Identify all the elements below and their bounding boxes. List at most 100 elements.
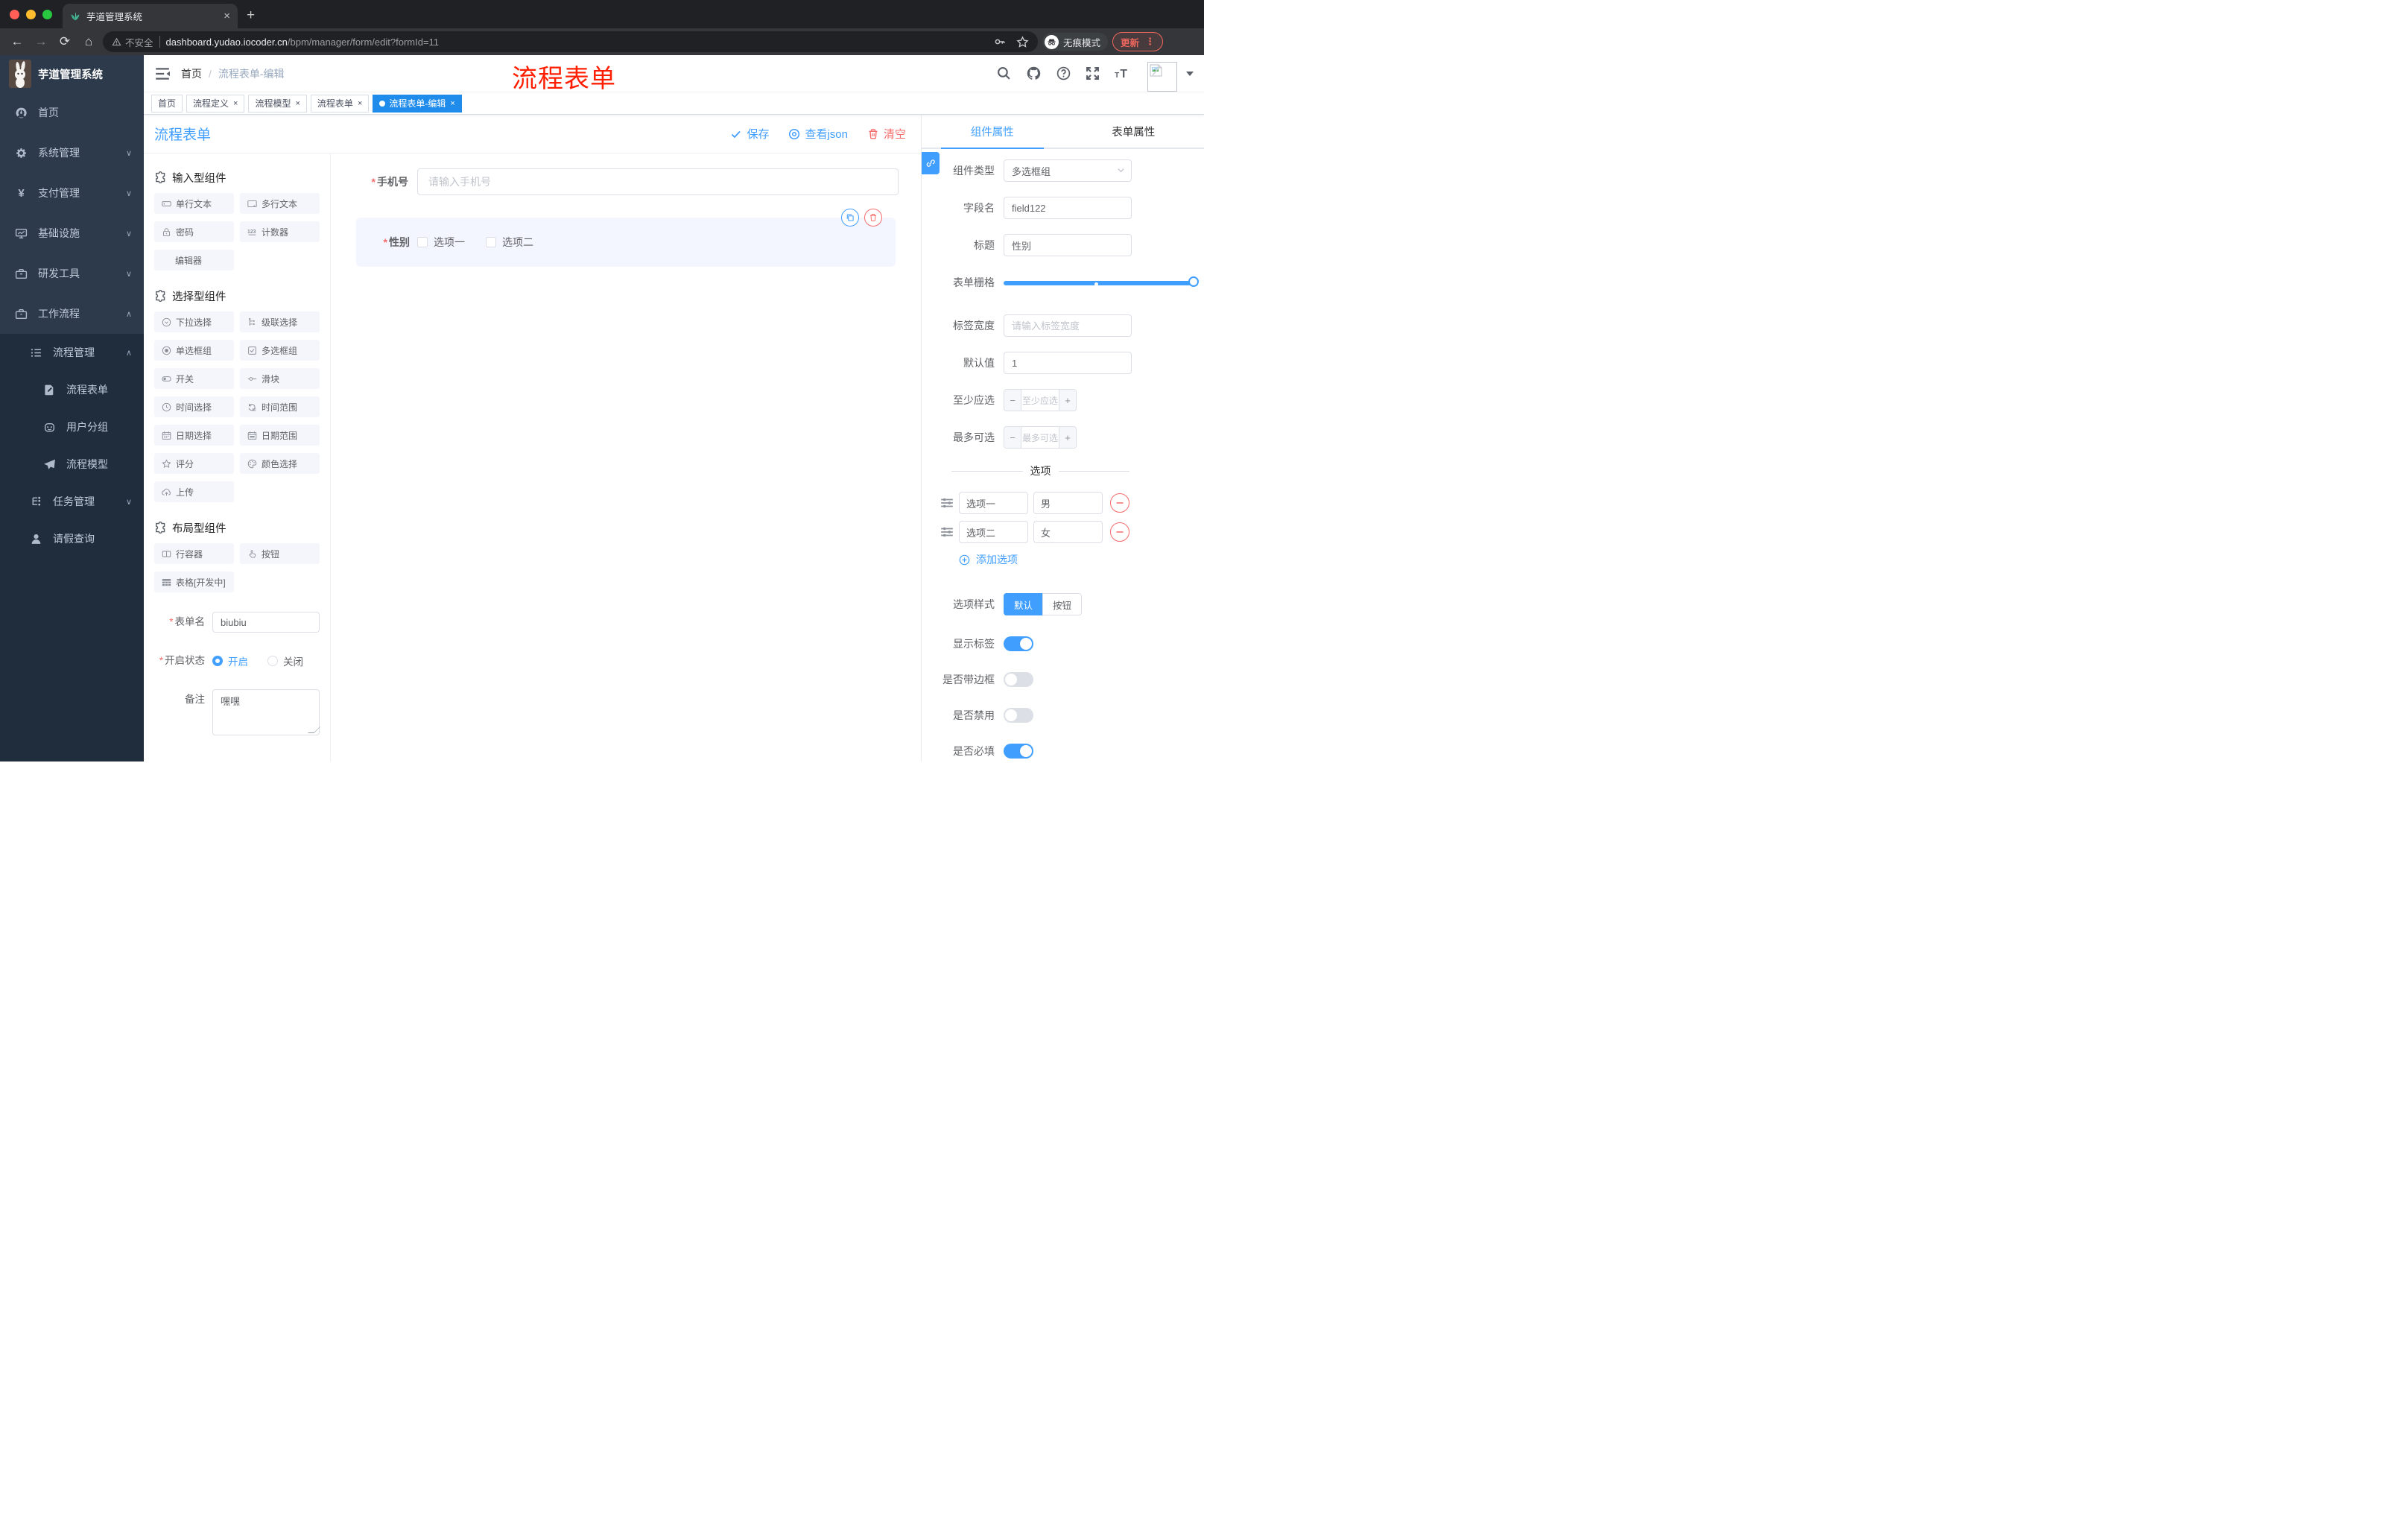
browser-update-button[interactable]: 更新 ⋮ xyxy=(1112,32,1164,51)
sidebar-item-devtools[interactable]: 研发工具 ∨ xyxy=(0,253,144,294)
border-toggle[interactable] xyxy=(1004,672,1033,687)
increase-button[interactable]: + xyxy=(1059,427,1076,448)
phone-input[interactable] xyxy=(417,168,899,195)
view-json-button[interactable]: 查看json xyxy=(788,126,848,142)
status-on-radio[interactable]: 开启 xyxy=(212,653,248,668)
slider-handle[interactable] xyxy=(1188,276,1199,287)
component-button[interactable]: 按钮 xyxy=(240,543,320,564)
hamburger-icon[interactable] xyxy=(154,66,171,82)
disabled-toggle[interactable] xyxy=(1004,708,1033,723)
form-grid-slider[interactable] xyxy=(1004,271,1199,294)
component-editor[interactable]: 编辑器 xyxy=(154,250,234,270)
component-slider[interactable]: 滑块 xyxy=(240,368,320,389)
component-color-picker[interactable]: 颜色选择 xyxy=(240,453,320,474)
component-select[interactable]: 下拉选择 xyxy=(154,311,234,332)
component-checkbox-group[interactable]: 多选框组 xyxy=(240,340,320,361)
decrease-button[interactable]: − xyxy=(1004,390,1021,411)
component-date-range[interactable]: 日期范围 xyxy=(240,425,320,446)
min-select-value[interactable]: 至少应选 xyxy=(1021,390,1059,411)
clear-button[interactable]: 清空 xyxy=(867,126,906,142)
style-button-button[interactable]: 按钮 xyxy=(1042,593,1083,615)
canvas-field-gender-selected[interactable]: * 性别 选项一 选项二 xyxy=(356,209,896,267)
field-name-input[interactable] xyxy=(1004,197,1132,219)
sidebar-item-home[interactable]: 首页 xyxy=(0,92,144,133)
default-value-input[interactable] xyxy=(1004,352,1132,374)
forward-icon[interactable]: → xyxy=(31,32,51,51)
tab-form-props[interactable]: 表单属性 xyxy=(1063,115,1205,148)
component-single-line-text[interactable]: 单行文本 xyxy=(154,193,234,214)
drag-handle-icon[interactable] xyxy=(940,525,954,539)
component-type-select[interactable] xyxy=(1004,159,1132,182)
tab-component-props[interactable]: 组件属性 xyxy=(922,115,1063,149)
gender-option-2-checkbox[interactable]: 选项二 xyxy=(486,235,533,250)
add-option-button[interactable]: 添加选项 xyxy=(959,552,1204,567)
tag-home[interactable]: 首页 xyxy=(151,94,183,113)
delete-component-button[interactable] xyxy=(864,209,882,227)
tag-close-icon[interactable]: × xyxy=(450,99,454,108)
max-select-value[interactable]: 最多可选 xyxy=(1021,427,1059,448)
bookmark-star-icon[interactable] xyxy=(1016,35,1029,48)
key-icon[interactable] xyxy=(994,36,1006,48)
security-warning[interactable]: 不安全 xyxy=(112,35,153,49)
component-time-range[interactable]: 时间范围 xyxy=(240,396,320,417)
sidebar-item-user-group[interactable]: 用户分组 xyxy=(0,408,144,446)
option-label-input[interactable] xyxy=(959,492,1028,514)
browser-menu-icon[interactable]: ⋮ xyxy=(1145,36,1155,48)
component-table-dev[interactable]: 表格[开发中] xyxy=(154,571,234,592)
sidebar-item-infra[interactable]: 基础设施 ∨ xyxy=(0,213,144,253)
component-cascader[interactable]: 级联选择 xyxy=(240,311,320,332)
style-default-button[interactable]: 默认 xyxy=(1004,593,1043,615)
required-toggle[interactable] xyxy=(1004,744,1033,759)
show-label-toggle[interactable] xyxy=(1004,636,1033,651)
component-counter[interactable]: 123 计数器 xyxy=(240,221,320,242)
tag-process-form[interactable]: 流程表单 × xyxy=(310,94,370,113)
drag-handle-icon[interactable] xyxy=(940,496,954,510)
tag-close-icon[interactable]: × xyxy=(295,99,300,108)
decrease-button[interactable]: − xyxy=(1004,427,1021,448)
github-icon[interactable] xyxy=(1026,66,1042,81)
sidebar-item-system[interactable]: 系统管理 ∨ xyxy=(0,133,144,173)
status-off-radio[interactable]: 关闭 xyxy=(267,653,303,668)
copy-component-button[interactable] xyxy=(841,209,859,227)
tag-process-form-edit[interactable]: 流程表单-编辑 × xyxy=(373,94,462,113)
component-radio-group[interactable]: 单选框组 xyxy=(154,340,234,361)
sidebar-item-process-form[interactable]: 流程表单 xyxy=(0,371,144,408)
canvas-field-phone[interactable]: * 手机号 xyxy=(353,168,899,195)
tab-close-icon[interactable]: × xyxy=(224,10,230,22)
back-icon[interactable]: ← xyxy=(7,32,27,51)
option-value-input[interactable] xyxy=(1033,492,1103,514)
component-password[interactable]: 密码 xyxy=(154,221,234,242)
tag-process-definition[interactable]: 流程定义 × xyxy=(186,94,245,113)
increase-button[interactable]: + xyxy=(1059,390,1076,411)
form-name-input[interactable] xyxy=(212,612,320,633)
avatar-caret-icon[interactable] xyxy=(1186,71,1194,76)
new-tab-button[interactable]: + xyxy=(247,7,255,24)
tag-close-icon[interactable]: × xyxy=(358,99,362,108)
sidebar-item-workflow[interactable]: 工作流程 ∧ xyxy=(0,294,144,334)
component-row-container[interactable]: 行容器 xyxy=(154,543,234,564)
home-icon[interactable]: ⌂ xyxy=(79,32,98,51)
component-multi-line-text[interactable]: 多行文本 xyxy=(240,193,320,214)
title-input[interactable] xyxy=(1004,234,1132,256)
label-width-input[interactable] xyxy=(1004,314,1132,337)
tag-process-model[interactable]: 流程模型 × xyxy=(248,94,307,113)
save-button[interactable]: 保存 xyxy=(730,126,769,142)
fullscreen-icon[interactable] xyxy=(1086,66,1100,80)
reload-icon[interactable]: ⟳ xyxy=(55,32,75,51)
remove-option-button[interactable] xyxy=(1110,493,1129,513)
tag-close-icon[interactable]: × xyxy=(233,99,238,108)
sidebar-item-process-mgmt[interactable]: 流程管理 ∧ xyxy=(0,334,144,371)
text-size-icon[interactable]: TT xyxy=(1115,66,1132,80)
browser-tab[interactable]: 芋道管理系统 × xyxy=(63,4,238,28)
sidebar-item-process-model[interactable]: 流程模型 xyxy=(0,446,144,483)
component-time-picker[interactable]: 时间选择 xyxy=(154,396,234,417)
remove-option-button[interactable] xyxy=(1110,522,1129,542)
maximize-window-button[interactable] xyxy=(42,9,52,19)
sidebar-item-task-mgmt[interactable]: 任务管理 ∨ xyxy=(0,483,144,520)
component-upload[interactable]: 上传 xyxy=(154,481,234,502)
close-window-button[interactable] xyxy=(10,9,19,19)
gender-option-1-checkbox[interactable]: 选项一 xyxy=(417,235,465,250)
breadcrumb-home[interactable]: 首页 xyxy=(181,66,202,81)
sidebar-item-payment[interactable]: ¥ 支付管理 ∨ xyxy=(0,173,144,213)
form-remark-textarea[interactable]: 嘿嘿 xyxy=(212,689,320,735)
